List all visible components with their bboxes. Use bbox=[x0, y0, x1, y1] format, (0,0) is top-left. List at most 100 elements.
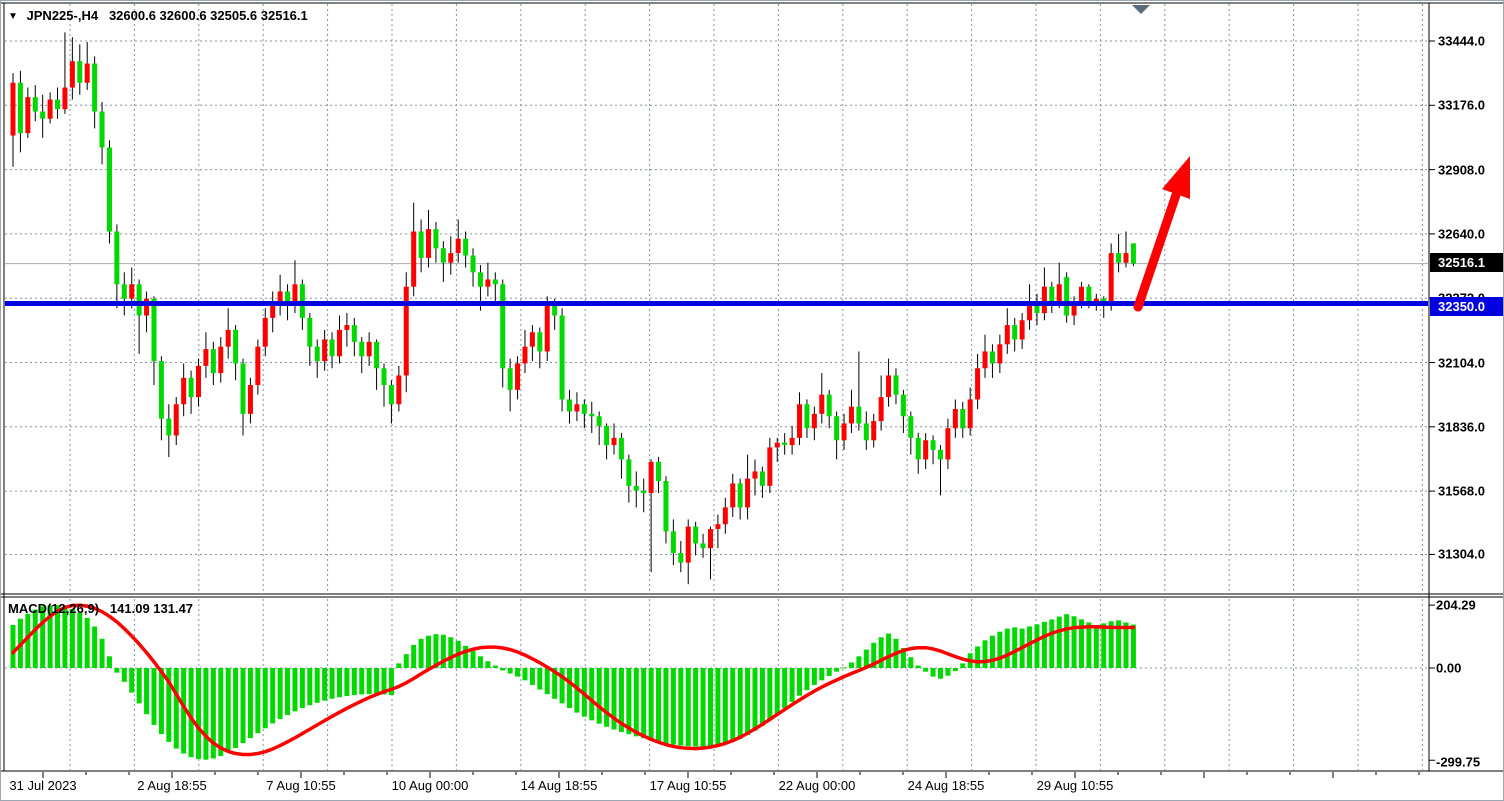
macd-histogram-bar bbox=[701, 668, 706, 746]
macd-histogram-bar bbox=[270, 668, 275, 723]
macd-histogram-bar bbox=[263, 668, 268, 728]
candle-body bbox=[322, 339, 327, 361]
macd-histogram-bar bbox=[842, 667, 847, 668]
time-axis-label: 24 Aug 18:55 bbox=[908, 778, 985, 793]
candle-body bbox=[567, 399, 572, 411]
macd-histogram-bar bbox=[530, 668, 535, 685]
candle-body bbox=[419, 232, 424, 258]
macd-histogram-bar bbox=[426, 636, 431, 668]
macd-histogram-bar bbox=[938, 668, 943, 679]
macd-histogram-bar bbox=[745, 668, 750, 735]
macd-histogram-bar bbox=[1124, 622, 1129, 668]
candle-body bbox=[612, 438, 617, 445]
candle-body bbox=[292, 284, 297, 303]
candle-body bbox=[856, 407, 861, 424]
candle-body bbox=[114, 232, 119, 285]
macd-histogram-bar bbox=[753, 668, 758, 731]
candle-body bbox=[864, 423, 869, 440]
macd-axis-label: 204.29 bbox=[1436, 598, 1476, 613]
candle-body bbox=[842, 423, 847, 440]
candle-body bbox=[938, 450, 943, 460]
candle-body bbox=[812, 414, 817, 428]
candle-body bbox=[508, 368, 513, 390]
macd-histogram-bar bbox=[641, 668, 646, 738]
macd-histogram-bar bbox=[856, 656, 861, 668]
candle-body bbox=[389, 385, 394, 404]
candle-body bbox=[426, 229, 431, 258]
macd-histogram-bar bbox=[908, 657, 913, 668]
macd-histogram-bar bbox=[604, 668, 609, 727]
candle-body bbox=[893, 375, 898, 394]
macd-histogram-bar bbox=[129, 668, 134, 693]
macd-histogram-bar bbox=[203, 668, 208, 760]
macd-histogram-bar bbox=[508, 668, 513, 674]
candle-body bbox=[908, 416, 913, 438]
candle-body bbox=[315, 347, 320, 361]
chart-window: ▼ JPN225-,H4 32600.6 32600.6 32505.6 325… bbox=[0, 0, 1504, 801]
macd-histogram-bar bbox=[248, 668, 253, 738]
macd-histogram-bar bbox=[1049, 619, 1054, 668]
candle-body bbox=[92, 64, 97, 112]
symbol-period-label: JPN225-,H4 bbox=[27, 8, 99, 23]
chart-dropdown-triangle-icon[interactable]: ▼ bbox=[8, 11, 18, 22]
candle-body bbox=[159, 361, 164, 419]
candle-body bbox=[448, 253, 453, 263]
candle-body bbox=[233, 330, 238, 364]
macd-histogram-bar bbox=[626, 668, 631, 734]
chart-shift-marker-icon[interactable] bbox=[1132, 5, 1150, 14]
candle-body bbox=[686, 527, 691, 563]
time-axis-label: 31 Jul 2023 bbox=[9, 778, 76, 793]
candle-body bbox=[100, 112, 105, 148]
macd-histogram-bar bbox=[812, 668, 817, 685]
candle-body bbox=[634, 486, 639, 491]
macd-histogram-bar bbox=[344, 668, 349, 696]
macd-histogram-bar bbox=[285, 668, 290, 715]
macd-histogram-bar bbox=[1101, 623, 1106, 668]
candle-body bbox=[226, 330, 231, 347]
support-line-price-badge: 32350.0 bbox=[1430, 297, 1504, 316]
macd-histogram-bar bbox=[500, 668, 505, 670]
macd-histogram-bar bbox=[315, 668, 320, 703]
macd-histogram-bar bbox=[322, 668, 327, 701]
candle-body bbox=[671, 531, 676, 553]
macd-histogram-bar bbox=[886, 634, 891, 668]
candle-body bbox=[715, 524, 720, 529]
chart-canvas[interactable] bbox=[1, 1, 1504, 801]
macd-histogram-bar bbox=[767, 668, 772, 720]
macd-histogram-bar bbox=[849, 662, 854, 668]
macd-histogram-bar bbox=[11, 625, 16, 668]
candle-body bbox=[151, 299, 156, 361]
macd-histogram-bar bbox=[159, 668, 164, 734]
candle-body bbox=[307, 318, 312, 347]
candle-body bbox=[374, 342, 379, 368]
macd-histogram-bar bbox=[975, 646, 980, 668]
candle-body bbox=[463, 239, 468, 256]
candle-body bbox=[1049, 287, 1054, 301]
candle-body bbox=[411, 232, 416, 287]
macd-histogram-bar bbox=[597, 668, 602, 724]
bullish-arrow-shaft[interactable] bbox=[1138, 195, 1176, 307]
candle-body bbox=[834, 416, 839, 440]
macd-histogram-bar bbox=[819, 668, 824, 680]
candle-body bbox=[753, 471, 758, 478]
macd-histogram-bar bbox=[782, 668, 787, 708]
candle-body bbox=[218, 347, 223, 373]
macd-histogram-bar bbox=[233, 668, 238, 748]
candle-body bbox=[478, 272, 483, 286]
candle-body bbox=[122, 284, 127, 298]
time-axis-label: 17 Aug 10:55 bbox=[650, 778, 727, 793]
macd-histogram-bar bbox=[775, 668, 780, 714]
candle-body bbox=[515, 363, 520, 389]
macd-axis-label: -299.75 bbox=[1436, 755, 1480, 770]
macd-histogram-bar bbox=[1131, 625, 1136, 668]
macd-histogram-bar bbox=[953, 668, 958, 671]
macd-histogram-bar bbox=[560, 668, 565, 703]
candle-body bbox=[723, 507, 728, 524]
candle-body bbox=[337, 330, 342, 356]
macd-histogram-bar bbox=[114, 668, 119, 673]
macd-histogram-bar bbox=[92, 626, 97, 668]
macd-histogram-bar bbox=[693, 668, 698, 746]
candle-body bbox=[604, 426, 609, 445]
macd-histogram-bar bbox=[708, 668, 713, 746]
macd-histogram-bar bbox=[330, 668, 335, 699]
